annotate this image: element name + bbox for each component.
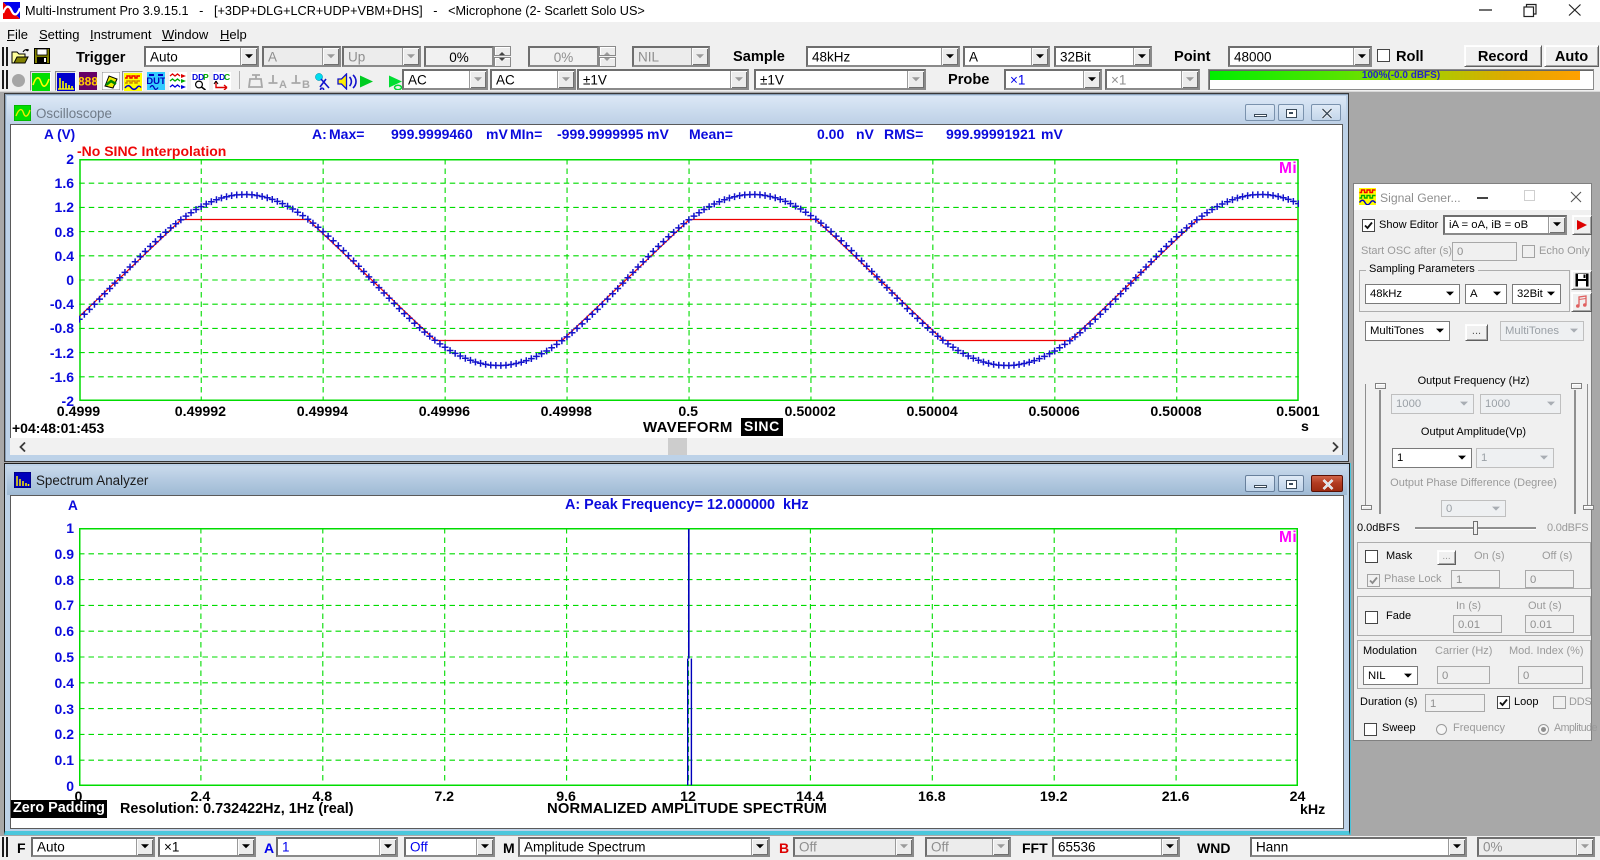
svg-text:C: C — [224, 72, 230, 82]
svg-text:DUT: DUT — [147, 76, 165, 87]
svg-text:B: B — [302, 79, 310, 90]
svg-text:P: P — [203, 72, 209, 82]
svg-text:888: 888 — [79, 75, 97, 89]
svg-text:A: A — [279, 79, 287, 90]
